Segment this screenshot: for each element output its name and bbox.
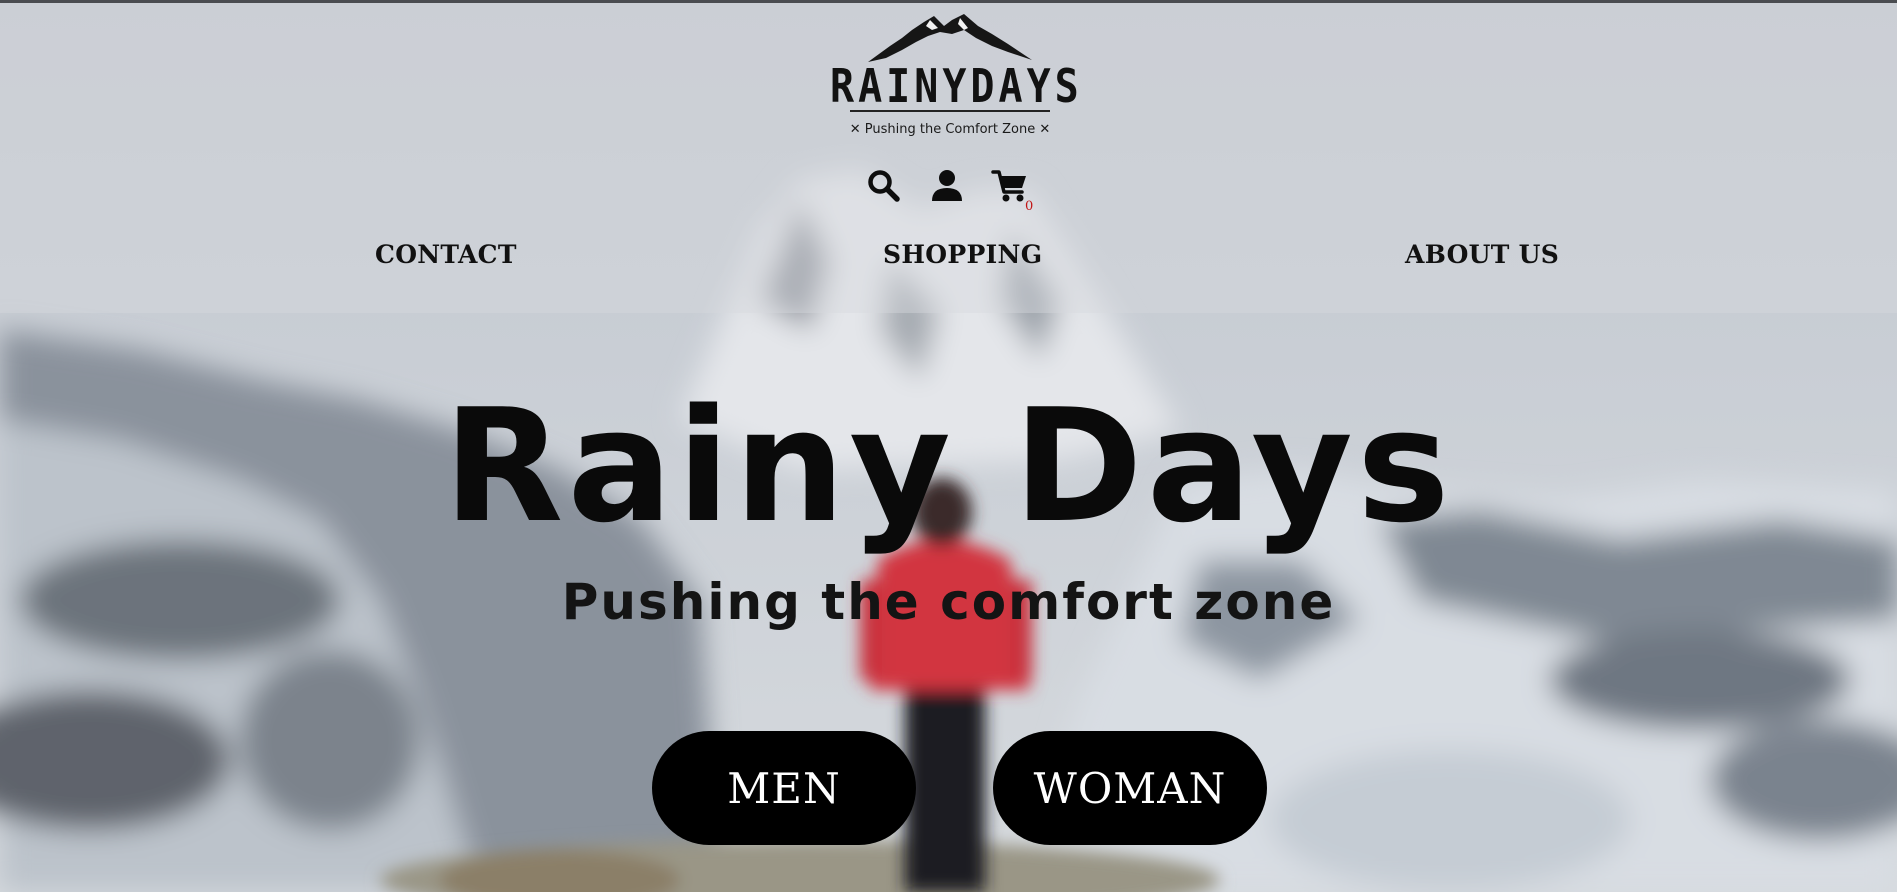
hero-title: Rainy Days xyxy=(443,375,1454,557)
hero-subtitle: Pushing the comfort zone xyxy=(561,573,1336,631)
brand-logo[interactable]: RAINYDAYS ✕ Pushing the Comfort Zone ✕ xyxy=(830,12,1083,142)
cart-icon[interactable] xyxy=(991,168,1027,204)
account-icon[interactable] xyxy=(929,168,965,204)
logo-tagline: ✕ Pushing the Comfort Zone ✕ xyxy=(849,122,1051,137)
page: RAINYDAYS ✕ Pushing the Comfort Zone ✕ 0… xyxy=(0,0,1897,892)
woman-button[interactable]: WOMAN xyxy=(993,731,1267,845)
logo-divider xyxy=(850,110,1050,112)
nav-about-us[interactable]: ABOUT US xyxy=(1405,240,1559,269)
men-button[interactable]: MEN xyxy=(652,731,916,845)
mountain-logo-icon xyxy=(868,14,1032,62)
header-icons xyxy=(866,168,1036,212)
cart-count-badge: 0 xyxy=(1025,199,1034,214)
top-border xyxy=(0,0,1897,3)
logo-wordmark: RAINYDAYS xyxy=(830,60,1083,114)
nav-shopping[interactable]: SHOPPING xyxy=(883,240,1042,269)
search-icon[interactable] xyxy=(866,168,902,204)
nav-contact[interactable]: CONTACT xyxy=(375,240,517,269)
